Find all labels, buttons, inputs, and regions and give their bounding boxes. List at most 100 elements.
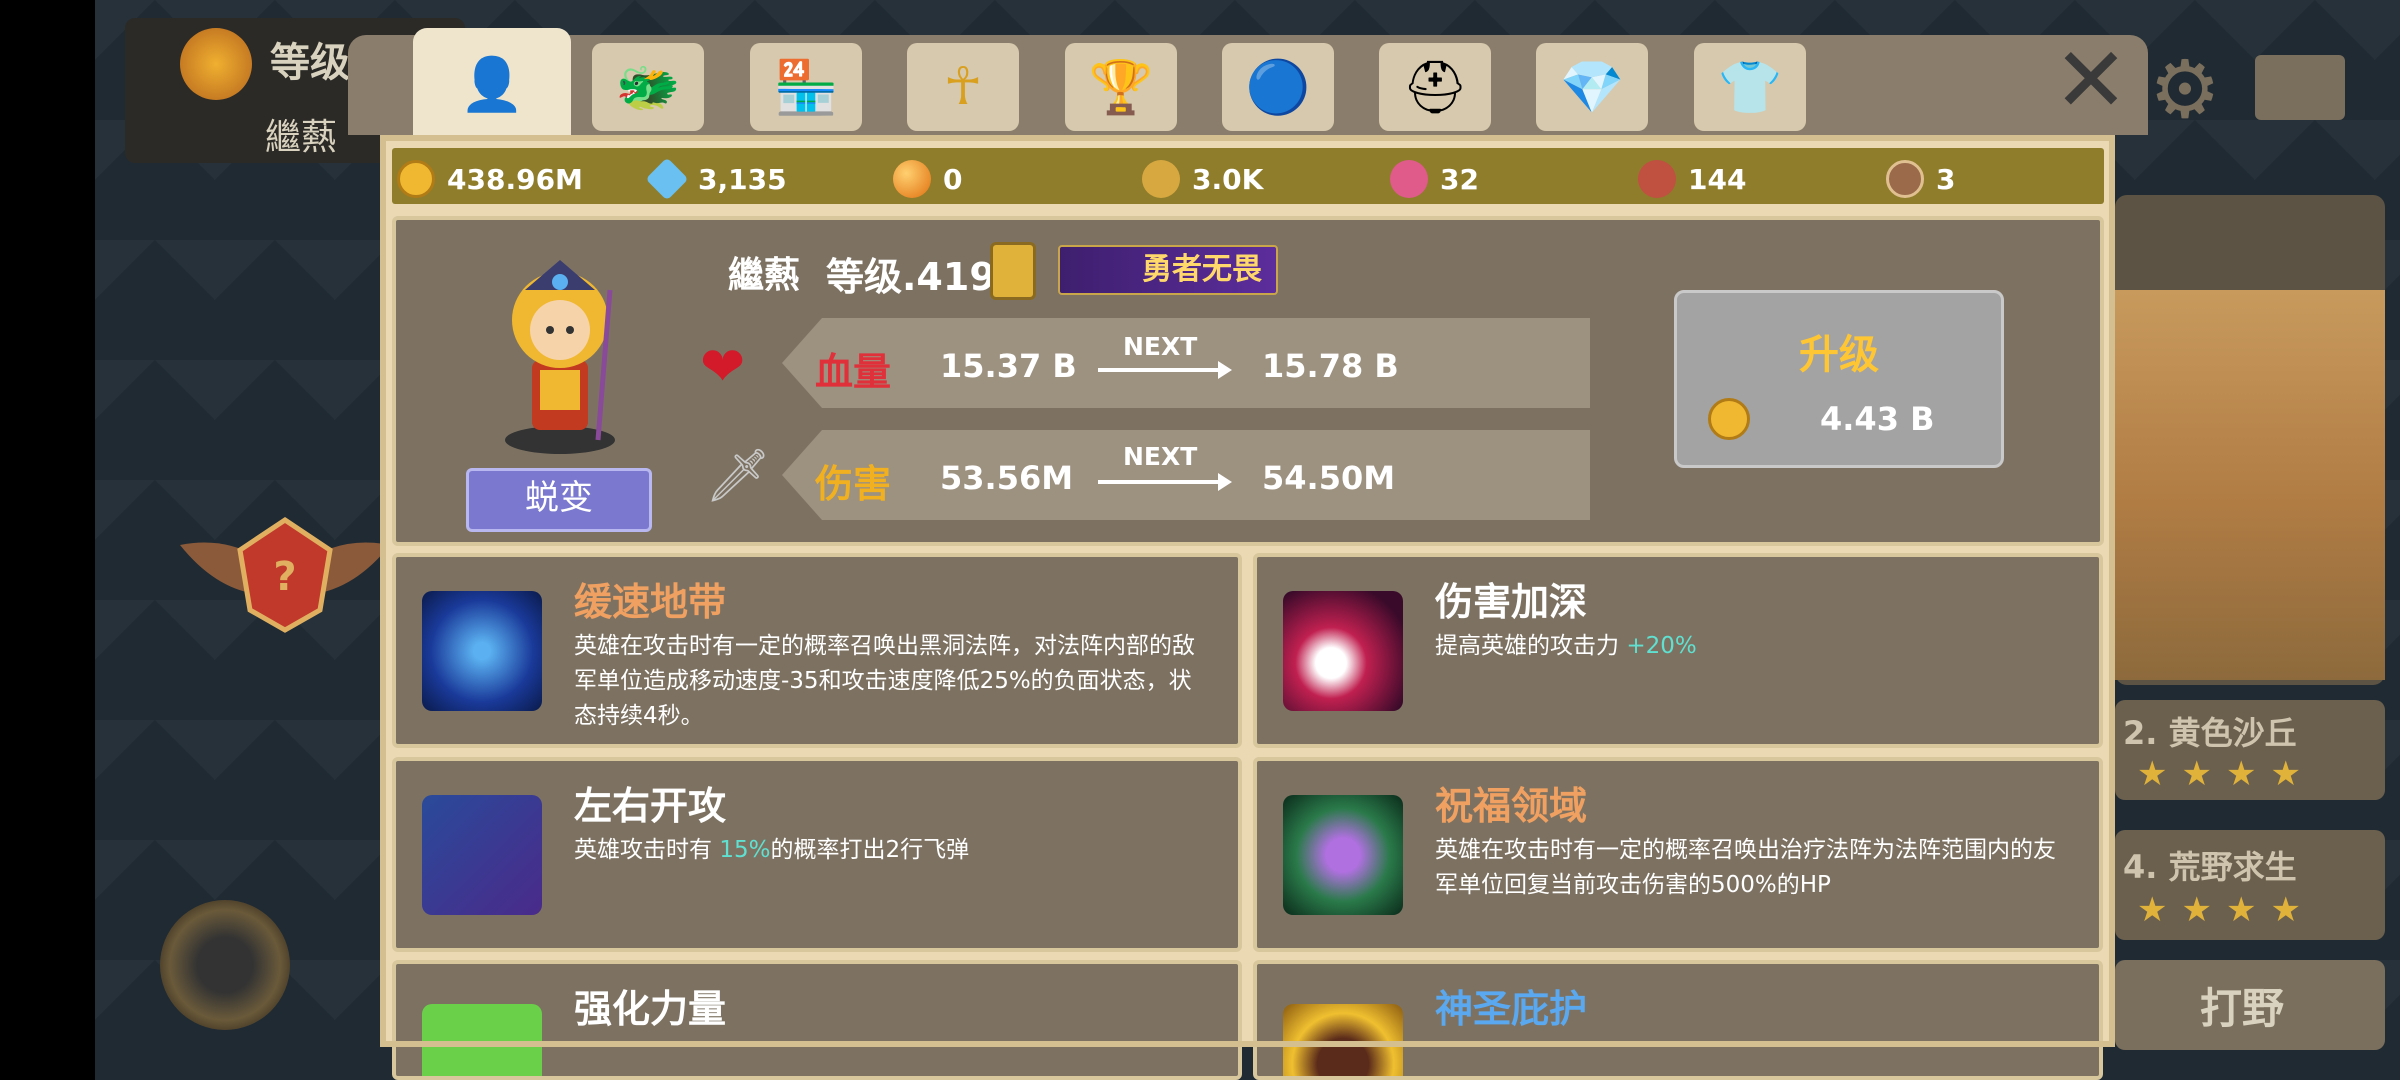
skill-card-slow-zone[interactable]: 缓速地带 英雄在攻击时有一定的概率召唤出黑洞法阵，对法阵内部的敌军单位造成移动速… [392,553,1242,748]
skill-description: 英雄在攻击时有一定的概率召唤出治疗法阵为法阵范围内的友军单位回复当前攻击伤害的5… [1435,837,2056,898]
dragon-icon: 🐲 [615,57,681,118]
stage-4-stars: ★★★★ [2137,890,2315,930]
evolve-button[interactable]: 蜕变 [466,468,652,532]
player-level-label: 等级 [270,40,350,86]
sword-icon: 🗡 [705,446,772,506]
upgrade-cost: 4.43 B [1820,400,1935,438]
hp-current: 15.37 B [940,347,1077,385]
hero-level: 等级.419 [826,255,996,299]
skill-card-damage-boost[interactable]: 伤害加深 提高英雄的攻击力 +20% [1253,553,2103,748]
upgrade-label: 升级 [1799,332,1879,378]
coin-book-icon[interactable] [990,242,1036,300]
resource-5-amount: 32 [1440,162,1479,196]
player-avatar [180,28,252,100]
hp-next-label: NEXT [1123,332,1198,361]
skill-desc-text: 英雄攻击时有 [574,837,720,863]
skill-title: 祝福领域 [1435,784,1588,828]
hunt-button-label: 打野 [2200,984,2285,1033]
stage-2-card[interactable]: 2. 黄色沙丘 ★★★★ [2115,700,2385,800]
tab-hero[interactable]: 👤 [413,28,571,140]
resource-7-amount: 3 [1936,162,1956,196]
skill-title: 左右开攻 [574,784,727,828]
close-icon[interactable]: ✕ [2050,36,2132,126]
rank-badge-icon[interactable]: ? [170,505,400,645]
stage-4-card[interactable]: 4. 荒野求生 ★★★★ [2115,830,2385,940]
black-hole-icon [422,591,542,711]
skill-card-holy-protection[interactable]: 神圣庇护 [1253,960,2103,1080]
tab-helmet[interactable]: ⛑ [1379,43,1491,131]
hero-name: 繼爇 [728,255,801,296]
skill-title: 缓速地带 [574,580,727,624]
skill-description: 提高英雄的攻击力 +20% [1435,629,2075,664]
resource-5: 32 [1390,160,1479,198]
stage-2-label: 2. 黄色沙丘 [2123,714,2297,752]
resource-6: 144 [1638,160,1746,198]
settings-gear-icon[interactable]: ⚙ [2140,45,2230,135]
diamond-amount: 3,135 [698,162,787,196]
twin-blades-icon [422,795,542,915]
orb-amount: 0 [943,162,963,196]
tab-gem[interactable]: 💎 [1536,43,1648,131]
shirt-icon: 👕 [1717,57,1783,118]
title-badge[interactable]: 勇者无畏 [1058,245,1278,295]
heart-icon: ❤ [700,335,746,398]
person-icon: 👤 [459,54,525,115]
red-creature-icon [1638,160,1676,198]
hero-portrait [505,260,615,454]
trophy-icon: 🏆 [1088,57,1154,118]
resource-diamond: 3,135 [645,157,787,201]
tab-orb[interactable]: 🔵 [1222,43,1334,131]
bear-token-icon [1886,160,1924,198]
skill-card-blessing-field[interactable]: 祝福领域 英雄在攻击时有一定的概率召唤出治疗法阵为法阵范围内的友军单位回复当前攻… [1253,757,2103,952]
hp-next: 15.78 B [1262,347,1399,385]
stage-4-label: 4. 荒野求生 [2123,848,2297,886]
skill-description: 英雄攻击时有 15%的概率打出2行飞弹 [574,833,1214,868]
desert-stage-image[interactable] [2115,290,2385,680]
tab-shop[interactable]: 🏪 [750,43,862,131]
skill-title: 强化力量 [574,987,727,1031]
orange-orb-icon [893,160,931,198]
helmet-icon: ⛑ [1401,57,1468,118]
portal-icon[interactable] [160,900,290,1030]
shop-icon: 🏪 [773,57,839,118]
pink-creature-icon [1390,160,1428,198]
orb-icon: 🔵 [1245,57,1311,118]
healing-cross-icon [1283,795,1403,915]
player-name: 繼爇 [265,117,338,158]
diamond-icon [645,157,689,201]
skill-title: 神圣庇护 [1435,987,1588,1031]
gold-coin-icon [397,160,435,198]
mail-icon[interactable] [2255,55,2345,120]
skill-desc-highlight: 15% [719,837,771,863]
resource-4: 3.0K [1142,160,1263,198]
tab-dragon[interactable]: 🐲 [592,43,704,131]
gem-icon: 💎 [1559,57,1625,118]
attack-current: 53.56M [940,459,1074,497]
svg-text:?: ? [273,554,296,600]
frame-bottom-edge [380,1041,2115,1047]
blade-splash-icon [1283,591,1403,711]
skill-description: 英雄在攻击时有一定的概率召唤出黑洞法阵，对法阵内部的敌军单位造成移动速度-35和… [574,633,1195,729]
tab-costume[interactable]: 👕 [1694,43,1806,131]
resource-gold: 438.96M [397,160,583,198]
skill-desc-highlight: +20% [1626,633,1697,659]
skill-desc-text: 的概率打出2行飞弹 [770,837,970,863]
skill-title: 伤害加深 [1435,580,1588,624]
attack-next-label: NEXT [1123,442,1198,471]
attack-next: 54.50M [1262,459,1396,497]
resource-7: 3 [1886,160,1955,198]
hp-arrow-icon [1098,361,1232,379]
hp-label: 血量 [815,350,892,394]
resource-4-amount: 3.0K [1192,162,1264,196]
skill-card-strength[interactable]: 强化力量 [392,960,1242,1080]
resource-6-amount: 144 [1688,162,1747,196]
resource-orb: 0 [893,160,962,198]
ankh-icon: ☥ [943,57,983,117]
gold-creature-icon [1142,160,1180,198]
tab-trophy[interactable]: 🏆 [1065,43,1177,131]
attack-label: 伤害 [815,462,892,506]
skill-desc-text: 提高英雄的攻击力 [1435,633,1627,659]
gold-amount: 438.96M [447,162,583,196]
skill-card-dual-attack[interactable]: 左右开攻 英雄攻击时有 15%的概率打出2行飞弹 [392,757,1242,952]
tab-ankh[interactable]: ☥ [907,43,1019,131]
